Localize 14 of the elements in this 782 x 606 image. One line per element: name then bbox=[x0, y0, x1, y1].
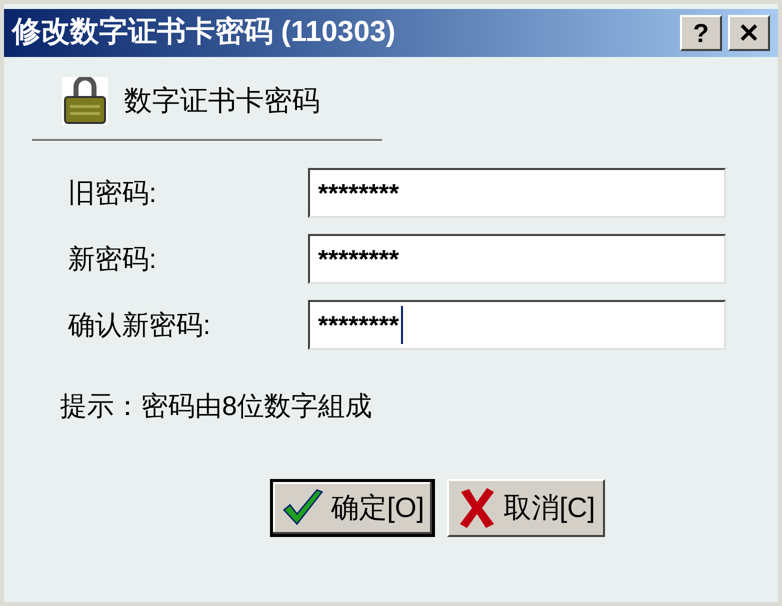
cancel-button[interactable]: 取消[C] bbox=[447, 478, 606, 536]
close-button[interactable]: ✕ bbox=[728, 15, 770, 51]
help-button[interactable]: ? bbox=[680, 15, 722, 51]
password-field[interactable]: ******** bbox=[308, 300, 726, 350]
padlock-icon bbox=[62, 77, 108, 125]
field-label: 确认新密码: bbox=[68, 308, 212, 342]
password-field[interactable]: ******** bbox=[308, 168, 726, 218]
password-field[interactable]: ******** bbox=[308, 234, 726, 284]
ok-button[interactable]: 确定[O] bbox=[270, 478, 436, 536]
field-label: 新密码: bbox=[68, 242, 158, 276]
window-title: 修改数字证书卡密码 (110303) bbox=[12, 14, 396, 50]
section-title: 数字证书卡密码 bbox=[124, 84, 320, 118]
hint-text: 提示：密码由8位数字組成 bbox=[60, 390, 374, 423]
field-label: 旧密码: bbox=[68, 176, 158, 210]
